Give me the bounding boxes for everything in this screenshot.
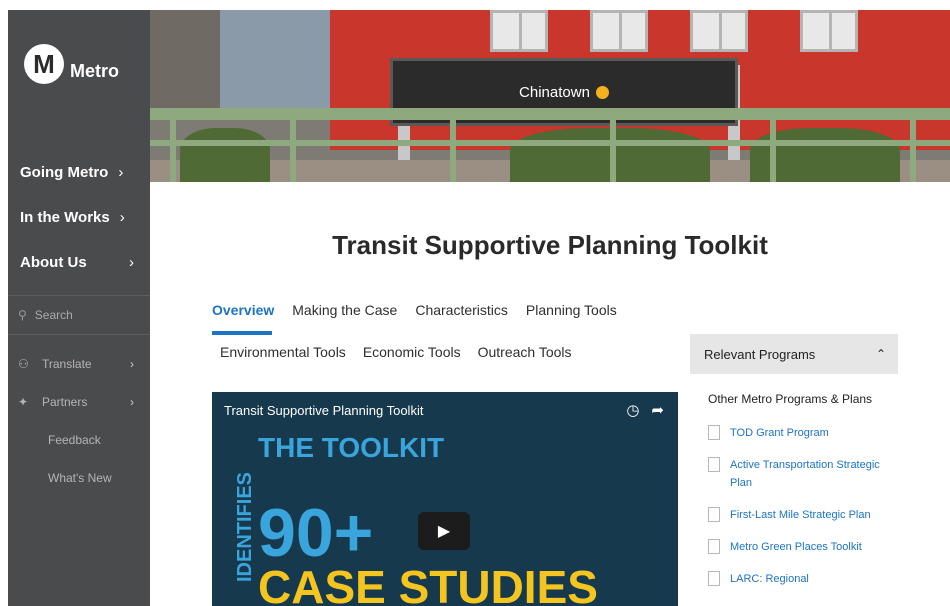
gold-line-dot-icon — [595, 85, 609, 99]
list-item[interactable]: Active Transportation Strategic Plan — [708, 456, 893, 492]
metro-logo[interactable]: M Metro — [24, 44, 119, 84]
document-icon — [708, 539, 720, 554]
hero-building — [150, 10, 225, 110]
nav-about-us[interactable]: About Us › — [8, 240, 150, 285]
nav-whats-new[interactable]: What's New — [8, 459, 150, 497]
hero-railing — [150, 108, 950, 120]
panel-subheading: Other Metro Programs & Plans — [708, 392, 873, 406]
video-controls: ◷ ➦ — [626, 401, 664, 419]
metro-logo-icon: M — [24, 44, 64, 84]
list-item[interactable]: First-Last Mile Strategic Plan — [708, 506, 893, 524]
document-icon — [708, 571, 720, 586]
search-placeholder: Search — [34, 308, 73, 322]
chevron-right-icon: › — [118, 164, 124, 181]
sidebar-search[interactable]: ⚲ Search — [8, 295, 150, 335]
hero-image: Chinatown — [150, 10, 950, 182]
tab-environmental-tools[interactable]: Environmental Tools — [220, 344, 346, 360]
main-nav: Going Metro › In the Works › About Us › — [8, 150, 150, 285]
document-icon — [708, 425, 720, 440]
chevron-right-icon: › — [129, 254, 134, 271]
secondary-nav: ⚇ Translate › ✦ Partners › Feedback What… — [8, 345, 150, 497]
program-link[interactable]: First-Last Mile Strategic Plan — [730, 506, 871, 524]
tab-planning-tools[interactable]: Planning Tools — [526, 302, 617, 318]
nav-going-metro[interactable]: Going Metro › — [8, 150, 150, 195]
chevron-up-icon: ⌃ — [875, 347, 886, 361]
hero-railing-bar — [610, 108, 616, 182]
panel-heading: Relevant Programs — [704, 346, 816, 362]
hero-railing-bar — [770, 108, 776, 182]
nav-in-the-works[interactable]: In the Works › — [8, 195, 150, 240]
tab-row-secondary: Environmental Tools Economic Tools Outre… — [220, 344, 572, 360]
nav-label: What's New — [48, 471, 112, 485]
nav-label: Feedback — [48, 433, 101, 447]
station-sign-text: Chinatown — [519, 83, 590, 101]
watch-later-icon[interactable]: ◷ — [626, 401, 639, 419]
hero-railing-bar — [290, 108, 296, 182]
tab-economic-tools[interactable]: Economic Tools — [363, 344, 461, 360]
nav-feedback[interactable]: Feedback — [8, 421, 150, 459]
relevant-programs-panel: Other Metro Programs & Plans TOD Grant P… — [690, 374, 898, 606]
logo-text: Metro — [70, 61, 119, 81]
tab-row-primary: Overview Making the Case Characteristics… — [212, 302, 617, 318]
hero-window — [800, 10, 858, 52]
sidebar: M Metro Going Metro › In the Works › Abo… — [8, 10, 150, 606]
video-text-vertical: IDENTIFIES — [234, 472, 256, 583]
video-text-bottom: CASE STUDIES — [258, 561, 598, 606]
play-button[interactable]: ▶ — [418, 512, 470, 550]
hero-window — [590, 10, 648, 52]
hero-railing — [150, 140, 950, 146]
chevron-right-icon: › — [130, 357, 134, 371]
partners-icon: ✦ — [18, 395, 29, 409]
nav-label: Going Metro — [20, 164, 109, 181]
relevant-programs-header[interactable]: Relevant Programs ⌃ — [690, 334, 898, 374]
document-icon — [708, 457, 720, 472]
hero-railing-bar — [910, 108, 916, 182]
tab-overview[interactable]: Overview — [212, 302, 274, 318]
hero-railing-bar — [450, 108, 456, 182]
nav-partners[interactable]: ✦ Partners › — [8, 383, 150, 421]
nav-label: In the Works — [20, 209, 110, 226]
translate-icon: ⚇ — [18, 357, 29, 371]
list-item[interactable]: LARC: Regional — [708, 570, 893, 588]
share-icon[interactable]: ➦ — [651, 401, 664, 419]
nav-label: Translate — [42, 357, 92, 371]
list-item[interactable]: TOD Grant Program — [708, 424, 893, 442]
video-title[interactable]: Transit Supportive Planning Toolkit — [224, 403, 423, 418]
hero-window — [490, 10, 548, 52]
chevron-right-icon: › — [119, 209, 125, 226]
video-player[interactable]: Transit Supportive Planning Toolkit ◷ ➦ … — [212, 392, 678, 606]
program-link[interactable]: Active Transportation Strategic Plan — [730, 456, 893, 492]
hero-railing-bar — [170, 108, 176, 182]
program-link[interactable]: LARC: Regional — [730, 570, 809, 588]
active-tab-indicator — [212, 331, 272, 335]
tab-making-the-case[interactable]: Making the Case — [292, 302, 397, 318]
nav-translate[interactable]: ⚇ Translate › — [8, 345, 150, 383]
hero-shrub — [180, 128, 270, 182]
tab-outreach-tools[interactable]: Outreach Tools — [478, 344, 572, 360]
nav-label: About Us — [20, 254, 87, 271]
chevron-right-icon: › — [130, 395, 134, 409]
page-title: Transit Supportive Planning Toolkit — [332, 230, 768, 260]
play-icon: ▶ — [437, 523, 451, 540]
document-icon — [708, 507, 720, 522]
program-link[interactable]: Metro Green Places Toolkit — [730, 538, 862, 556]
search-icon: ⚲ — [18, 308, 27, 322]
program-link[interactable]: TOD Grant Program — [730, 424, 829, 442]
video-text-line1: THE TOOLKIT — [258, 432, 445, 463]
hero-building — [220, 10, 330, 115]
tab-characteristics[interactable]: Characteristics — [415, 302, 508, 318]
program-list: TOD Grant Program Active Transportation … — [708, 424, 893, 602]
hero-window — [690, 10, 748, 52]
nav-label: Partners — [42, 395, 88, 409]
list-item[interactable]: Metro Green Places Toolkit — [708, 538, 893, 556]
